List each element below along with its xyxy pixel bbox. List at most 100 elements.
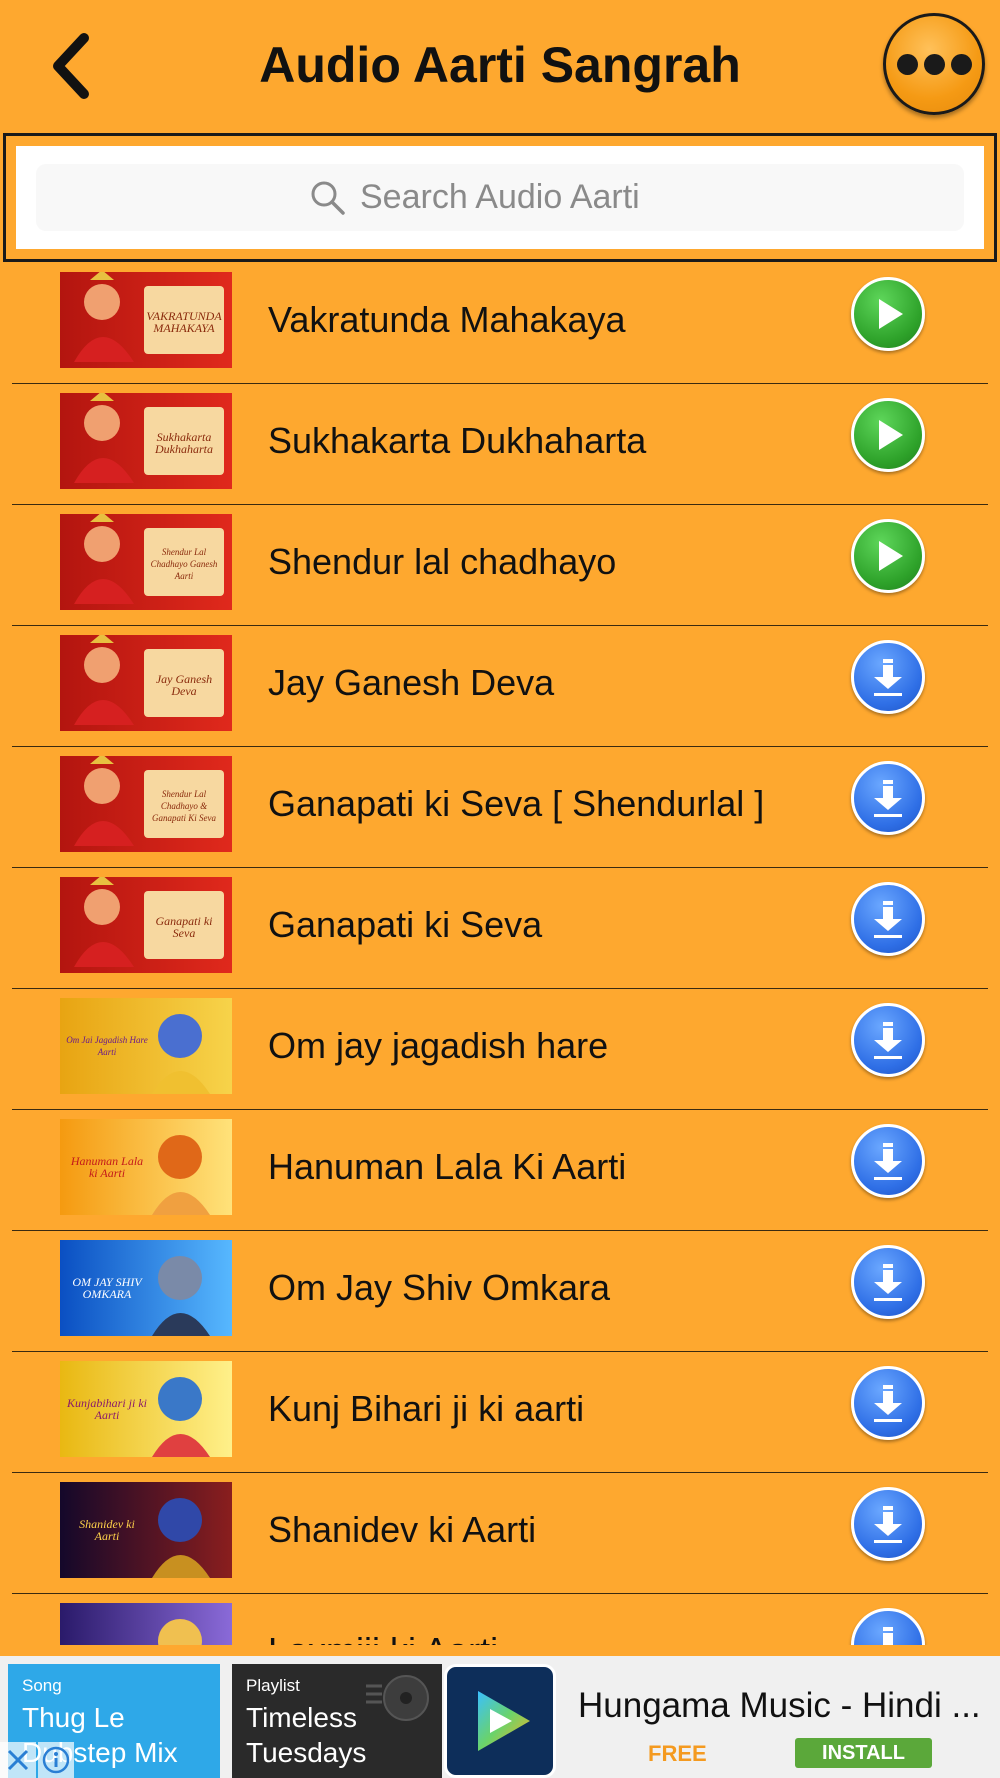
ad-install-button[interactable]: INSTALL (795, 1738, 932, 1768)
aarti-title: Shendur lal chadhayo (268, 541, 617, 582)
thumbnail-caption: Shanidev ki Aarti (79, 1517, 135, 1543)
list-item[interactable]: Shendur Lal Chadhayo Ganesh Aarti Shendur… (0, 505, 1000, 626)
search-field[interactable] (36, 164, 964, 231)
download-icon (874, 1143, 902, 1180)
list-item[interactable]: Shendur Lal Chadhayo & Ganapati Ki Seva G… (0, 747, 1000, 868)
aarti-thumbnail: Hanuman Lala ki Aarti (60, 1119, 232, 1215)
thumbnail-caption: Om Jai Jagadish Hare Aarti (66, 1035, 148, 1057)
ad-playlist-name-line2: Tuesdays (246, 1737, 367, 1768)
list-item[interactable]: Laxmiji ki Aarti (0, 1594, 1000, 1645)
ad-playlist-card[interactable]: Playlist Timeless Tuesdays (232, 1664, 442, 1778)
aarti-title: Om Jay Shiv Omkara (268, 1267, 611, 1308)
play-icon (879, 299, 903, 329)
thumbnail-caption: Sukhakarta Dukhaharta (155, 430, 213, 456)
list-item[interactable]: VAKRATUNDA MAHAKAYA Vakratunda Mahakaya (0, 263, 1000, 384)
download-icon (874, 1022, 902, 1059)
ad-app-title: Hungama Music - Hindi ... (578, 1686, 981, 1725)
list-item[interactable]: Om Jai Jagadish Hare Aarti Om jay jagadis… (0, 989, 1000, 1110)
search-bar (3, 133, 997, 262)
aarti-thumbnail: Shendur Lal Chadhayo Ganesh Aarti (60, 514, 232, 610)
list-item[interactable]: Kunjabihari ji ki Aarti Kunj Bihari ji ki… (0, 1352, 1000, 1473)
download-button[interactable] (851, 640, 925, 714)
close-icon (7, 1749, 29, 1771)
list-item[interactable]: Hanuman Lala ki Aarti Hanuman Lala Ki Aar… (0, 1110, 1000, 1231)
download-button[interactable] (851, 1003, 925, 1077)
more-dots-icon-dot (950, 53, 972, 75)
aarti-thumbnail: Shanidev ki Aarti (60, 1482, 232, 1578)
download-button[interactable] (851, 1487, 925, 1561)
aarti-thumbnail: Ganapati ki Seva (60, 877, 232, 973)
more-dots-icon (896, 53, 918, 75)
download-icon (874, 1264, 902, 1301)
download-icon (874, 901, 902, 938)
ad-close-button[interactable] (0, 1742, 36, 1778)
more-options-button[interactable] (883, 13, 985, 115)
aarti-thumbnail: Om Jai Jagadish Hare Aarti (60, 998, 232, 1094)
download-button[interactable] (851, 761, 925, 835)
aarti-title: Kunj Bihari ji ki aarti (268, 1388, 585, 1429)
download-button[interactable] (851, 1366, 925, 1440)
thumbnail-caption: OM JAY SHIV OMKARA (72, 1275, 142, 1301)
aarti-title: Vakratunda Mahakaya (268, 299, 626, 340)
play-button[interactable] (851, 519, 925, 593)
download-button[interactable] (851, 1608, 925, 1645)
aarti-title: Hanuman Lala Ki Aarti (268, 1146, 627, 1187)
aarti-title: Sukhakarta Dukhaharta (268, 420, 647, 461)
list-item[interactable]: Jay Ganesh Deva Jay Ganesh Deva (0, 626, 1000, 747)
thumbnail-art (60, 1603, 232, 1645)
search-icon (311, 181, 345, 215)
list-item[interactable]: Sukhakarta Dukhaharta Sukhakarta Dukhahar… (0, 384, 1000, 505)
ad-price: FREE (648, 1741, 707, 1766)
play-button[interactable] (851, 277, 925, 351)
play-icon (879, 541, 903, 571)
aarti-title: Om jay jagadish hare (268, 1025, 609, 1066)
ad-app-logo[interactable] (444, 1664, 556, 1778)
info-icon (42, 1746, 70, 1774)
aarti-thumbnail: Shendur Lal Chadhayo & Ganapati Ki Seva (60, 756, 232, 852)
aarti-thumbnail (60, 1603, 232, 1645)
thumbnail-caption: Kunjabihari ji ki Aarti (66, 1396, 147, 1422)
page-title: Audio Aarti Sangrah (259, 37, 741, 93)
thumbnail-caption: Jay Ganesh Deva (155, 672, 213, 698)
search-container (16, 146, 984, 249)
list-item[interactable]: Ganapati ki Seva Ganapati ki Seva (0, 868, 1000, 989)
download-icon (883, 1627, 893, 1645)
aarti-thumbnail: VAKRATUNDA MAHAKAYA (60, 272, 232, 368)
download-button[interactable] (851, 882, 925, 956)
hungama-play-icon (478, 1691, 530, 1751)
download-button[interactable] (851, 1124, 925, 1198)
aarti-thumbnail: Kunjabihari ji ki Aarti (60, 1361, 232, 1457)
aarti-title: Ganapati ki Seva (268, 904, 543, 945)
thumbnail-caption: VAKRATUNDA MAHAKAYA (146, 309, 222, 335)
download-button[interactable] (851, 1245, 925, 1319)
thumbnail-caption: Ganapati ki Seva (155, 914, 213, 940)
search-input[interactable] (360, 178, 690, 217)
ad-song-kicker: Song (22, 1676, 62, 1695)
aarti-thumbnail: Jay Ganesh Deva (60, 635, 232, 731)
thumbnail-caption: Shendur Lal Chadhayo Ganesh Aarti (150, 547, 218, 581)
download-icon (874, 1506, 902, 1543)
download-icon (874, 1385, 902, 1422)
aarti-list: VAKRATUNDA MAHAKAYA Vakratunda Mahakaya Su… (0, 263, 1000, 1645)
list-item[interactable]: OM JAY SHIV OMKARA Om Jay Shiv Omkara (0, 1231, 1000, 1352)
download-icon (874, 780, 902, 817)
thumbnail-caption: Shendur Lal Chadhayo & Ganapati Ki Seva (152, 789, 216, 823)
aarti-thumbnail: OM JAY SHIV OMKARA (60, 1240, 232, 1336)
aarti-title: Shanidev ki Aarti (268, 1509, 537, 1550)
aarti-thumbnail: Sukhakarta Dukhaharta (60, 393, 232, 489)
more-dots-icon-dot (923, 53, 945, 75)
thumbnail-caption: Hanuman Lala ki Aarti (70, 1154, 144, 1180)
ad-song-name-line1: Thug Le (22, 1702, 125, 1733)
top-bar: Audio Aarti Sangrah (0, 0, 1000, 132)
download-icon (874, 659, 902, 696)
play-button[interactable] (851, 398, 925, 472)
aarti-title: Jay Ganesh Deva (268, 662, 555, 703)
ad-info-button[interactable] (38, 1742, 74, 1778)
ad-playlist-name-line1: Timeless (246, 1702, 357, 1733)
aarti-title: Laxmiji ki Aarti (268, 1630, 498, 1645)
list-item[interactable]: Shanidev ki Aarti Shanidev ki Aarti (0, 1473, 1000, 1594)
aarti-title: Ganapati ki Seva [ Shendurlal ] (268, 783, 765, 824)
disc-icon (366, 1675, 429, 1721)
play-icon (879, 420, 903, 450)
ad-banner[interactable]: Song Thug Le Dubstep Mix Playlist Timele… (0, 1656, 1000, 1778)
